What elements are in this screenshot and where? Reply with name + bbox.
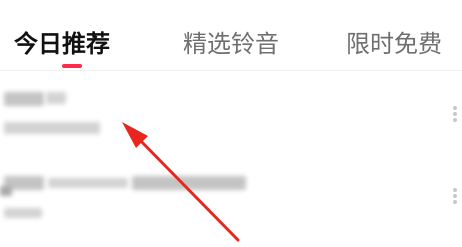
blurred-title-end	[132, 176, 246, 190]
blurred-title-suffix	[46, 92, 66, 104]
app-screen: 今日推荐 精选铃音 限时免费	[0, 0, 462, 247]
tab-selected-ringtones[interactable]: 精选铃音	[183, 26, 279, 62]
tab-limited-free[interactable]: 限时免费	[346, 26, 442, 62]
blurred-subtitle	[4, 208, 42, 218]
more-vertical-icon[interactable]	[450, 104, 460, 128]
active-tab-indicator	[62, 64, 82, 68]
blurred-subtitle	[4, 122, 100, 134]
list-item-2[interactable]	[0, 166, 462, 236]
more-vertical-icon[interactable]	[450, 186, 460, 210]
top-tab-bar: 今日推荐 精选铃音 限时免费	[0, 0, 462, 68]
blurred-title	[4, 92, 44, 106]
blurred-thumb	[0, 186, 12, 196]
blurred-title-mid	[48, 178, 128, 188]
tab-today-recommended[interactable]: 今日推荐	[14, 26, 110, 62]
list-item-1[interactable]	[0, 84, 462, 154]
tab-divider	[0, 70, 462, 71]
